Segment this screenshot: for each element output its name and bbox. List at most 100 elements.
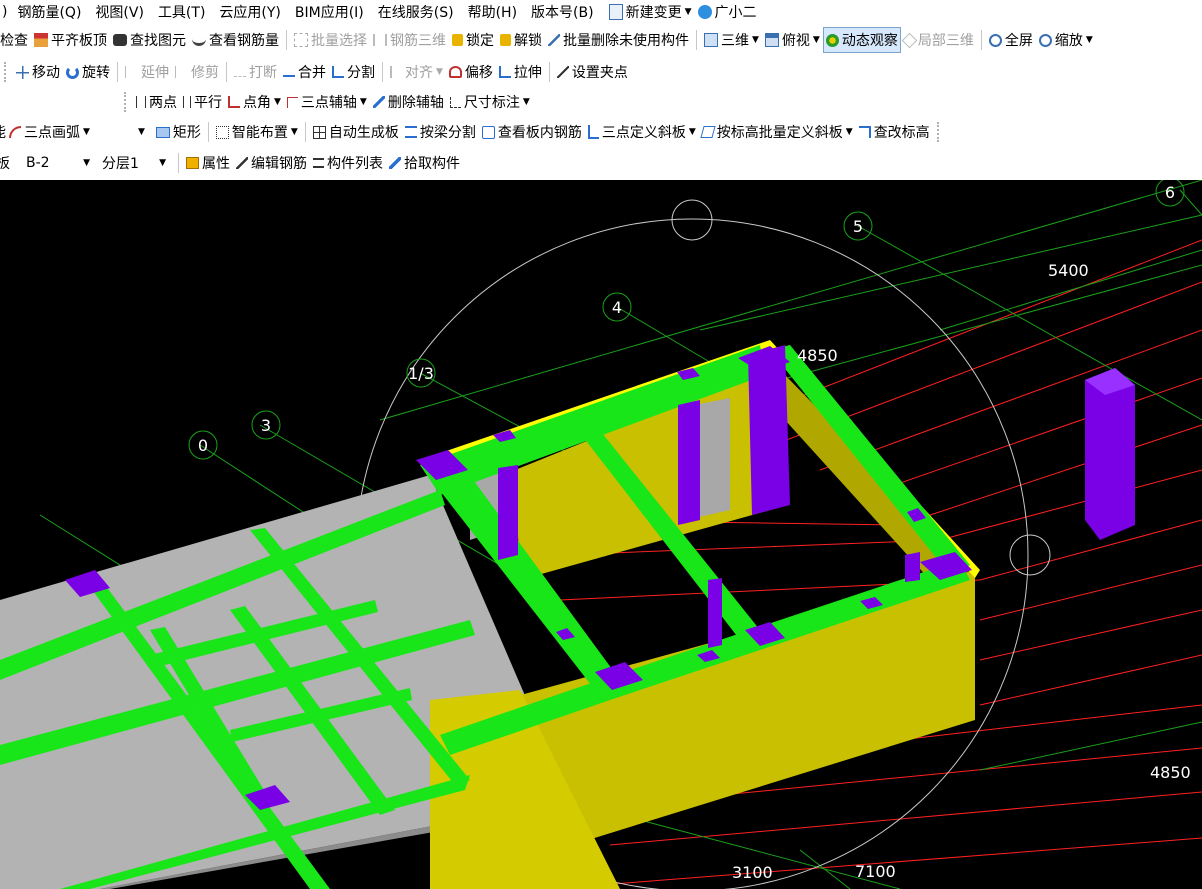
chevron-down-icon: ▼ bbox=[290, 127, 298, 137]
new-change-button[interactable]: 新建变更 ▼ bbox=[606, 0, 695, 25]
rebar-3d-button[interactable]: 钢筋三维 bbox=[370, 27, 449, 53]
three-point-arc-button[interactable]: 三点画弧 ▼ bbox=[6, 119, 93, 145]
set-grip-button[interactable]: 设置夹点 bbox=[554, 59, 631, 85]
find-element-button[interactable]: 查找图元 bbox=[110, 27, 189, 53]
dimension-label-7100: 7100 bbox=[855, 862, 896, 881]
unlock-button[interactable]: 解锁 bbox=[497, 27, 545, 53]
axis-label-5: 5 bbox=[853, 217, 863, 236]
offset-icon bbox=[448, 66, 462, 78]
dimension-label-4850-right: 4850 bbox=[1150, 763, 1191, 782]
stretch-button[interactable]: 拉伸 bbox=[496, 59, 545, 85]
axis-label-1-3: 1/3 bbox=[408, 364, 434, 383]
toolbar-area: ) 钢筋量(Q) 视图(V) 工具(T) 云应用(Y) BIM应用(I) 在线服… bbox=[0, 0, 1202, 180]
rectangle-button[interactable]: 矩形 bbox=[153, 119, 204, 145]
view-slab-rebar-button[interactable]: 查看板内钢筋 bbox=[479, 119, 585, 145]
rotate-icon bbox=[66, 65, 79, 79]
menu-bim[interactable]: BIM应用(I) bbox=[293, 2, 366, 22]
menu-tools[interactable]: 工具(T) bbox=[156, 2, 207, 22]
separator bbox=[304, 122, 306, 142]
point-angle-icon bbox=[228, 96, 240, 108]
lock-button[interactable]: 锁定 bbox=[449, 27, 497, 53]
move-icon bbox=[16, 65, 29, 79]
menu-cloud[interactable]: 云应用(Y) bbox=[217, 2, 282, 22]
zoom-icon bbox=[1038, 33, 1052, 47]
break-button[interactable]: 打断 bbox=[231, 59, 280, 85]
three-point-slope-button[interactable]: 三点定义斜板 ▼ bbox=[585, 119, 699, 145]
top-view-button[interactable]: 俯视 ▼ bbox=[762, 27, 823, 53]
assistant-button[interactable]: 广小二 bbox=[695, 0, 760, 25]
rectangle-icon bbox=[155, 126, 170, 138]
edit-rebar-icon bbox=[236, 157, 248, 169]
batch-slope-by-elevation-button[interactable]: 按标高批量定义斜板 ▼ bbox=[699, 119, 856, 145]
component-select[interactable]: B-2 ▼ bbox=[22, 152, 94, 174]
menu-version[interactable]: 版本号(B) bbox=[529, 2, 596, 22]
list-icon bbox=[313, 158, 324, 168]
merge-button[interactable]: 合并 bbox=[280, 59, 329, 85]
chevron-down-icon: ▼ bbox=[812, 35, 820, 45]
chevron-down-icon: ▼ bbox=[159, 158, 166, 168]
separator bbox=[286, 30, 287, 50]
menu-view[interactable]: 视图(V) bbox=[93, 2, 146, 22]
separator bbox=[117, 62, 118, 82]
separator bbox=[696, 30, 697, 50]
properties-button[interactable]: 属性 bbox=[183, 150, 233, 176]
check-button[interactable]: 检查 bbox=[0, 27, 31, 53]
component-list-button[interactable]: 构件列表 bbox=[310, 150, 386, 176]
move-button[interactable]: 移动 bbox=[13, 59, 63, 85]
pick-component-button[interactable]: 拾取构件 bbox=[386, 150, 463, 176]
split-button[interactable]: 分割 bbox=[329, 59, 378, 85]
rotate-button[interactable]: 旋转 bbox=[63, 59, 113, 85]
three-d-button[interactable]: 三维 ▼ bbox=[701, 27, 762, 53]
edit-rebar-button[interactable]: 编辑钢筋 bbox=[233, 150, 310, 176]
dimension-label-4850-top: 4850 bbox=[797, 346, 838, 365]
zoom-button[interactable]: 缩放 ▼ bbox=[1036, 27, 1096, 53]
chevron-down-icon: ▼ bbox=[1085, 35, 1093, 45]
auto-generate-slab-button[interactable]: 自动生成板 bbox=[310, 119, 402, 145]
grid-icon bbox=[312, 125, 326, 139]
local-3d-button[interactable]: 局部三维 bbox=[901, 27, 977, 53]
batch-delete-unused-button[interactable]: 批量删除未使用构件 bbox=[545, 27, 692, 53]
toolbar-grip[interactable] bbox=[4, 62, 9, 82]
chevron-down-icon: ▼ bbox=[688, 127, 696, 137]
smart-layout-button[interactable]: 智能布置 ▼ bbox=[213, 119, 301, 145]
break-icon bbox=[234, 68, 246, 77]
3d-scene[interactable]: 0 3 1/3 4 5 6 5400 4850 4850 3100 7100 bbox=[0, 180, 1202, 889]
3d-viewport[interactable]: 0 3 1/3 4 5 6 5400 4850 4850 3100 7100 bbox=[0, 180, 1202, 889]
delete-axis-button[interactable]: 删除辅轴 bbox=[370, 89, 447, 115]
three-point-axis-button[interactable]: 三点辅轴 ▼ bbox=[284, 89, 370, 115]
offset-button[interactable]: 偏移 bbox=[446, 59, 496, 85]
dimension-button[interactable]: 尺寸标注 ▼ bbox=[447, 89, 533, 115]
trim-icon bbox=[175, 66, 188, 78]
batch-select-button[interactable]: 批量选择 bbox=[291, 27, 370, 53]
separator bbox=[980, 30, 982, 50]
split-by-beam-button[interactable]: 按梁分割 bbox=[402, 119, 479, 145]
view-rebar-button[interactable]: 查看钢筋量 bbox=[189, 27, 282, 53]
chevron-down-icon: ▼ bbox=[522, 97, 530, 107]
slope-icon bbox=[587, 125, 599, 139]
toolbar-grip[interactable] bbox=[936, 122, 942, 142]
parallel-axis-button[interactable]: 平行 bbox=[180, 89, 225, 115]
trim-button[interactable]: 修剪 bbox=[172, 59, 222, 85]
menu-rebar-quantity[interactable]: 钢筋量(Q) bbox=[15, 2, 83, 22]
stretch-icon bbox=[498, 66, 511, 78]
layer-select[interactable]: 分层1 ▼ bbox=[98, 152, 170, 174]
three-point-axis-icon bbox=[286, 96, 298, 108]
full-screen-button[interactable]: 全屏 bbox=[986, 27, 1036, 53]
chevron-down-icon: ▼ bbox=[274, 97, 281, 107]
toolbar-grip[interactable] bbox=[124, 92, 129, 112]
dimension-icon bbox=[449, 96, 461, 108]
two-points-axis-button[interactable]: 两点 bbox=[133, 89, 180, 115]
point-angle-axis-button[interactable]: 点角 ▼ bbox=[225, 89, 284, 115]
menu-online-service[interactable]: 在线服务(S) bbox=[376, 2, 456, 22]
align-button[interactable]: 对齐 ▼ bbox=[387, 59, 446, 85]
menu-help[interactable]: 帮助(H) bbox=[466, 2, 519, 22]
extend-button[interactable]: 延伸 bbox=[122, 59, 172, 85]
lock-icon bbox=[452, 34, 463, 46]
zoom-fit-icon bbox=[988, 33, 1002, 47]
dynamic-view-button[interactable]: 动态观察 bbox=[822, 27, 901, 53]
slope-elevation-icon bbox=[700, 126, 716, 138]
flush-top-button[interactable]: 平齐板顶 bbox=[31, 27, 110, 53]
check-elevation-button[interactable]: 查改标高 bbox=[856, 119, 933, 145]
separator bbox=[382, 62, 383, 82]
draw-mode-select[interactable]: ▼ bbox=[92, 121, 149, 143]
